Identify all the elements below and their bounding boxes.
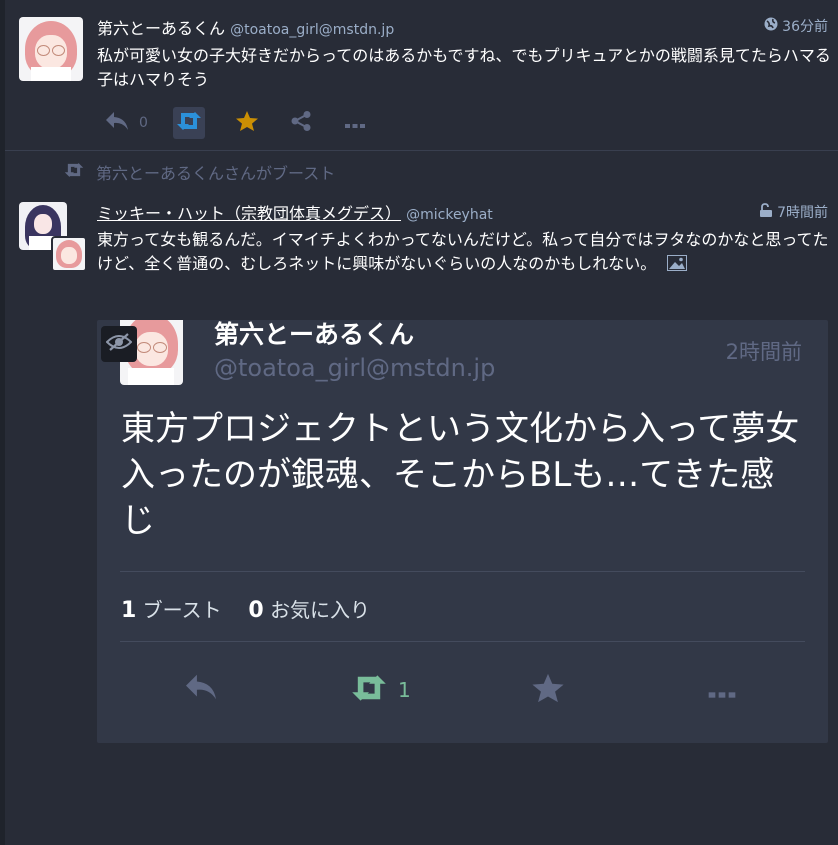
card-stats: 1 ブースト 0 お気に入り xyxy=(121,594,370,623)
favourite-label: お気に入り xyxy=(270,598,371,622)
visibility-toggle-button[interactable] xyxy=(101,326,137,362)
globe-icon xyxy=(764,17,778,35)
timestamp[interactable]: 7時間前 xyxy=(759,202,828,222)
boost-banner: 第六とーあるくんさんがブースト xyxy=(64,160,335,184)
account-handle[interactable]: @toatoa_girl@mstdn.jp xyxy=(230,22,394,38)
avatar[interactable] xyxy=(19,17,83,81)
booster-avatar[interactable] xyxy=(51,236,87,272)
status-content: 東方って女も観るんだ。イマイチよくわかってないんだけど。私って自分ではヲタなのか… xyxy=(97,230,829,273)
card-timestamp: 2時間前 xyxy=(725,340,802,364)
card-boost-button[interactable]: 1 xyxy=(350,674,411,706)
more-button[interactable] xyxy=(335,106,375,140)
more-icon xyxy=(345,114,365,133)
card-content: 東方プロジェクトという文化から入って夢女入ったのが銀魂、そこからBLも…てきた感… xyxy=(121,409,800,541)
card-divider xyxy=(120,571,805,572)
eye-slash-icon xyxy=(105,332,133,356)
status-1[interactable]: 第六とーあるくん @toatoa_girl@mstdn.jp 36分前 私が可愛… xyxy=(5,0,838,150)
share-button[interactable] xyxy=(281,106,321,140)
reply-icon xyxy=(183,674,219,706)
card-account-handle: @toatoa_girl@mstdn.jp xyxy=(214,354,496,382)
card-favourite-button[interactable] xyxy=(531,672,565,708)
star-icon xyxy=(531,673,565,708)
card-divider xyxy=(120,641,805,642)
share-icon xyxy=(290,110,312,136)
card-actions: 1 xyxy=(97,668,828,712)
card-display-name: 第六とーあるくん xyxy=(214,320,415,349)
display-name[interactable]: ミッキー・ハット（宗教団体真メグデス） xyxy=(97,204,401,223)
more-icon xyxy=(707,684,737,703)
unlock-icon xyxy=(759,203,773,221)
timestamp[interactable]: 36分前 xyxy=(764,16,828,36)
reply-count: 0 xyxy=(139,115,148,131)
status-divider xyxy=(5,150,838,151)
card-boost-count: 1 xyxy=(398,678,411,702)
star-icon xyxy=(235,110,259,136)
status-content: 私が可愛い女の子大好きだからってのはあるかもですね、でもプリキュアとかの戦闘系見… xyxy=(97,46,831,89)
avatar-booster-overlay[interactable] xyxy=(19,202,87,272)
status-content-wrap: 東方って女も観るんだ。イマイチよくわかってないんだけど。私って自分ではヲタなのか… xyxy=(97,228,832,276)
favourite-button[interactable] xyxy=(227,106,267,140)
boost-banner-text[interactable]: 第六とーあるくんさんがブースト xyxy=(96,160,335,184)
boost-icon xyxy=(64,162,84,182)
account-handle[interactable]: @mickeyhat xyxy=(406,207,493,223)
card-reply-button[interactable] xyxy=(183,672,219,706)
image-icon[interactable] xyxy=(667,254,688,275)
boost-button[interactable] xyxy=(173,107,205,139)
favourite-count: 0 xyxy=(248,598,264,623)
reply-button[interactable] xyxy=(97,106,137,140)
boost-count: 1 xyxy=(121,598,137,623)
media-attachment-card[interactable]: 第六とーあるくん @toatoa_girl@mstdn.jp 2時間前 東方プロ… xyxy=(97,320,828,743)
boost-icon xyxy=(176,111,202,135)
card-more-button[interactable] xyxy=(707,684,737,703)
display-name[interactable]: 第六とーあるくん xyxy=(97,19,225,38)
reply-icon xyxy=(104,110,130,136)
boost-icon xyxy=(350,674,388,706)
boost-label: ブースト xyxy=(142,598,222,622)
